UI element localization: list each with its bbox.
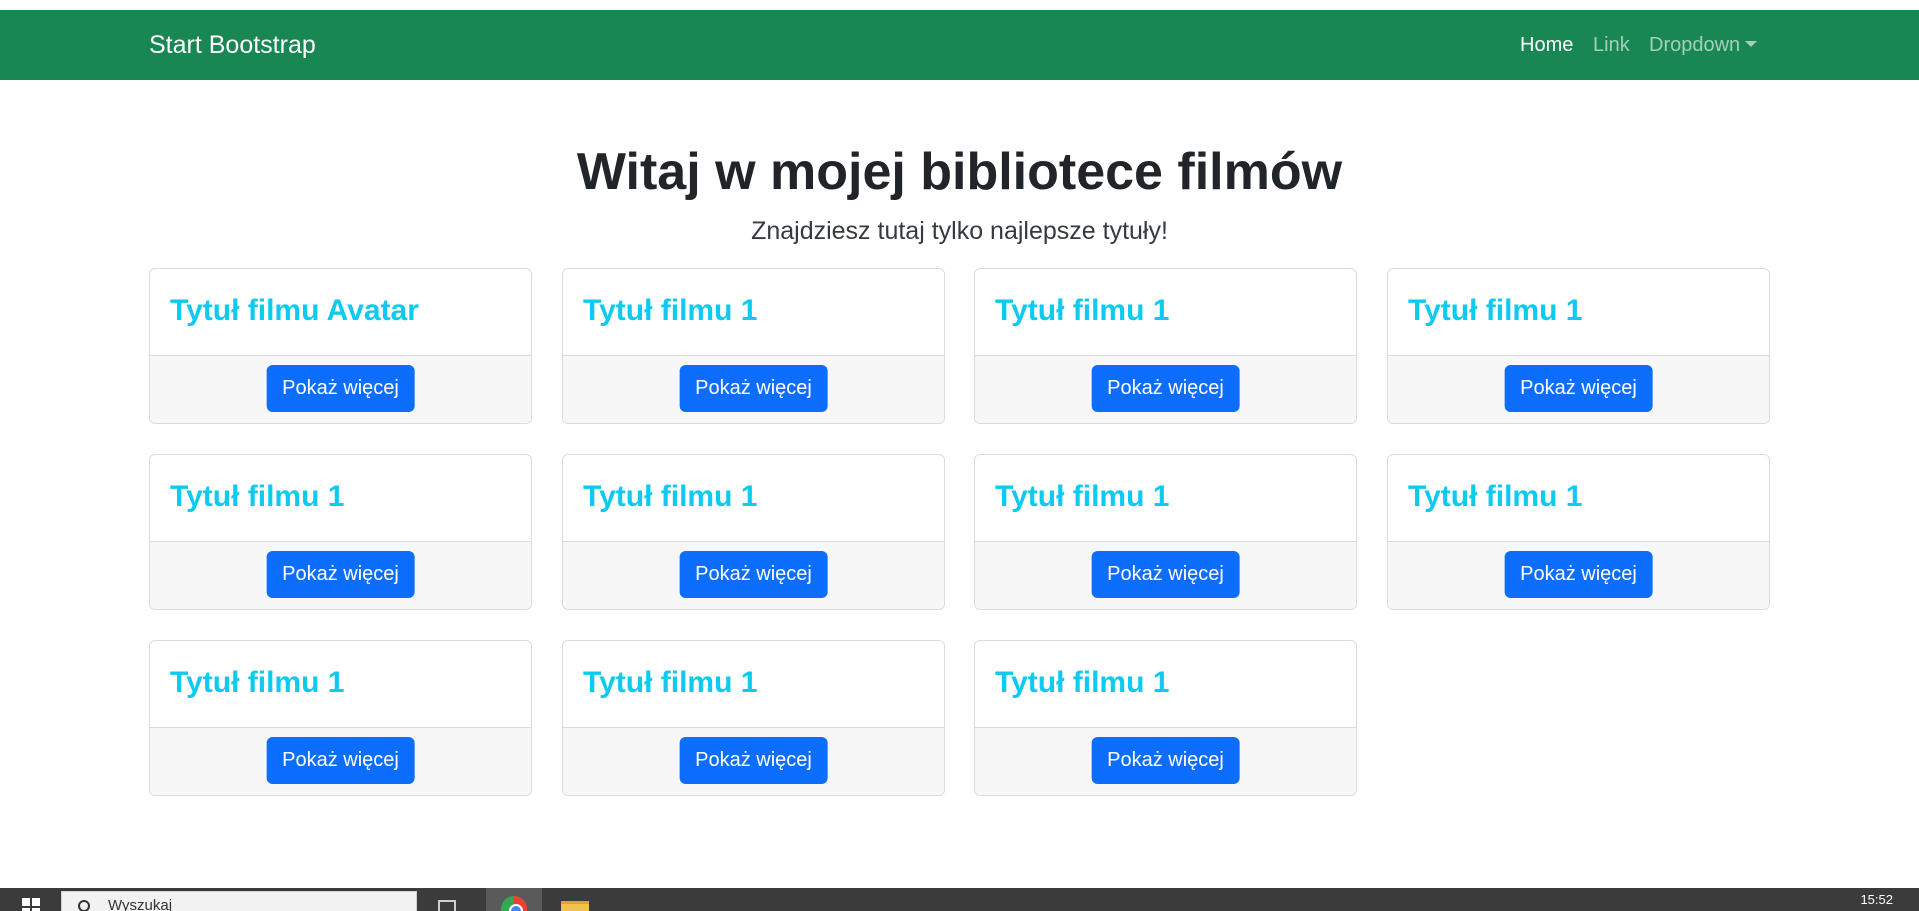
show-more-button[interactable]: Pokaż więcej — [1504, 365, 1653, 412]
browser-page: Start Bootstrap Home Link Dropdown Witaj… — [0, 0, 1919, 911]
card-body: Tytuł filmu 1 — [1388, 455, 1769, 541]
card-title: Tytuł filmu 1 — [583, 666, 758, 699]
movie-card: Tytuł filmu 1 Pokaż więcej — [974, 268, 1357, 424]
card-title: Tytuł filmu 1 — [170, 666, 345, 699]
card-footer: Pokaż więcej — [975, 727, 1356, 795]
card-body: Tytuł filmu 1 — [150, 641, 531, 727]
windows-start-icon[interactable] — [22, 898, 40, 911]
card-body: Tytuł filmu 1 — [563, 455, 944, 541]
show-more-button[interactable]: Pokaż więcej — [266, 737, 415, 784]
card-title: Tytuł filmu 1 — [1408, 480, 1583, 513]
card-title: Tytuł filmu 1 — [583, 294, 758, 327]
file-explorer-icon[interactable] — [561, 901, 589, 911]
movie-card: Tytuł filmu 1 Pokaż więcej — [149, 454, 532, 610]
card-footer: Pokaż więcej — [563, 541, 944, 609]
top-strip — [0, 0, 1919, 10]
taskbar-chrome-button[interactable] — [486, 888, 542, 911]
card-footer: Pokaż więcej — [563, 727, 944, 795]
movie-card: Tytuł filmu 1 Pokaż więcej — [562, 454, 945, 610]
page-title: Witaj w mojej bibliotece filmów — [576, 143, 1343, 201]
show-more-button[interactable]: Pokaż więcej — [266, 551, 415, 598]
card-body: Tytuł filmu 1 — [1388, 269, 1769, 355]
card-footer: Pokaż więcej — [563, 355, 944, 423]
taskbar-search-box[interactable]: Wyszukaj — [61, 891, 417, 911]
card-footer: Pokaż więcej — [150, 541, 531, 609]
card-body: Tytuł filmu 1 — [563, 641, 944, 727]
navbar-brand[interactable]: Start Bootstrap — [149, 10, 316, 80]
movie-card: Tytuł filmu 1 Pokaż więcej — [149, 640, 532, 796]
taskbar-search-text: Wyszukaj — [108, 897, 173, 911]
card-body: Tytuł filmu 1 — [975, 269, 1356, 355]
movie-card: Tytuł filmu 1 Pokaż więcej — [1387, 268, 1770, 424]
card-title: Tytuł filmu 1 — [583, 480, 758, 513]
card-body: Tytuł filmu 1 — [975, 641, 1356, 727]
card-footer: Pokaż więcej — [150, 727, 531, 795]
chrome-icon — [501, 896, 527, 911]
task-view-icon[interactable] — [438, 900, 456, 911]
movie-card: Tytuł filmu 1 Pokaż więcej — [1387, 454, 1770, 610]
card-footer: Pokaż więcej — [150, 355, 531, 423]
movie-card: Tytuł filmu 1 Pokaż więcej — [562, 640, 945, 796]
card-title: Tytuł filmu 1 — [995, 294, 1170, 327]
nav-dropdown-label: Dropdown — [1649, 34, 1741, 56]
nav-link-link[interactable]: Link — [1593, 10, 1630, 80]
show-more-button[interactable]: Pokaż więcej — [1091, 365, 1240, 412]
card-title: Tytuł filmu Avatar — [170, 294, 419, 327]
movie-card: Tytuł filmu 1 Pokaż więcej — [974, 454, 1357, 610]
nav-link-home[interactable]: Home — [1520, 10, 1573, 80]
show-more-button[interactable]: Pokaż więcej — [266, 365, 415, 412]
windows-taskbar: Wyszukaj 15:52 — [0, 888, 1919, 911]
card-body: Tytuł filmu 1 — [563, 269, 944, 355]
card-title: Tytuł filmu 1 — [995, 666, 1170, 699]
show-more-button[interactable]: Pokaż więcej — [679, 737, 828, 784]
page-subtitle: Znajdziesz tutaj tylko najlepsze tytuły! — [751, 217, 1168, 245]
show-more-button[interactable]: Pokaż więcej — [679, 365, 828, 412]
card-title: Tytuł filmu 1 — [995, 480, 1170, 513]
nav-dropdown[interactable]: Dropdown — [1649, 10, 1758, 80]
card-footer: Pokaż więcej — [1388, 355, 1769, 423]
taskbar-clock[interactable]: 15:52 — [1860, 892, 1893, 907]
show-more-button[interactable]: Pokaż więcej — [1091, 737, 1240, 784]
show-more-button[interactable]: Pokaż więcej — [1504, 551, 1653, 598]
movie-card: Tytuł filmu 1 Pokaż więcej — [562, 268, 945, 424]
card-body: Tytuł filmu Avatar — [150, 269, 531, 355]
show-more-button[interactable]: Pokaż więcej — [679, 551, 828, 598]
card-body: Tytuł filmu 1 — [975, 455, 1356, 541]
card-title: Tytuł filmu 1 — [1408, 294, 1583, 327]
show-more-button[interactable]: Pokaż więcej — [1091, 551, 1240, 598]
card-footer: Pokaż więcej — [975, 355, 1356, 423]
card-footer: Pokaż więcej — [1388, 541, 1769, 609]
card-title: Tytuł filmu 1 — [170, 480, 345, 513]
navbar: Start Bootstrap Home Link Dropdown — [0, 10, 1919, 80]
search-icon — [78, 900, 90, 911]
card-footer: Pokaż więcej — [975, 541, 1356, 609]
movie-card: Tytuł filmu 1 Pokaż więcej — [974, 640, 1357, 796]
caret-down-icon — [1745, 41, 1758, 47]
movie-card: Tytuł filmu Avatar Pokaż więcej — [149, 268, 532, 424]
card-body: Tytuł filmu 1 — [150, 455, 531, 541]
